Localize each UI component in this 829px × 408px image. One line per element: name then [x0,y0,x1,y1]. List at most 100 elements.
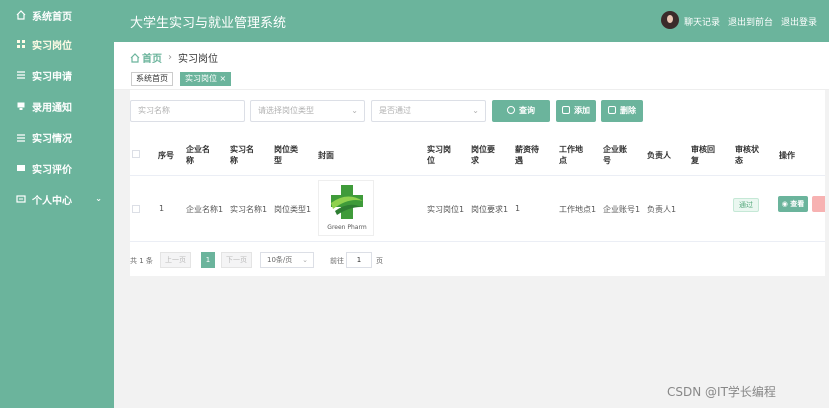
breadcrumb-current: 实习岗位 [178,54,218,65]
row-checkbox[interactable] [132,205,140,213]
search-button[interactable]: 查询 [492,100,550,122]
passed-select[interactable]: 是否通过 ⌄ [371,100,486,122]
edit-button[interactable] [812,196,825,212]
sidebar-item-label: 个人中心 [32,195,72,207]
list-icon [17,71,25,79]
sidebar-item-label: 实习申请 [32,71,72,83]
top-header: 大学生实习与就业管理系统 聊天记录 退出到前台 退出登录 [114,0,829,42]
sidebar-item-offers[interactable]: 录用通知 [0,93,114,119]
sidebar-item-label: 系统首页 [32,11,72,23]
page-unit-label: 页 [376,257,383,265]
cell-owner: 负责人1 [647,205,677,214]
star-icon [17,165,25,171]
cell-post-type: 岗位类型1 [274,205,312,214]
th-owner[interactable]: 负责人 [647,150,671,161]
sidebar-item-personal[interactable]: 个人中心 ⌄ [0,186,114,212]
tab-internship-posts[interactable]: 实习岗位 × [180,72,232,86]
avatar[interactable] [661,11,679,29]
th-account[interactable]: 企业账号 [603,144,633,166]
th-post-type[interactable]: 岗位类型 [274,144,304,166]
page-number[interactable]: 1 [201,252,215,268]
sidebar-item-home[interactable]: 系统首页 [0,2,114,28]
page-size-value: 10条/页 [267,256,293,264]
sidebar-item-label: 录用通知 [32,102,72,114]
tabs-bar: 系统首页 实习岗位 × [114,70,829,90]
select-all-checkbox[interactable] [132,150,140,158]
th-salary[interactable]: 薪资待遇 [515,144,545,166]
passed-placeholder: 是否通过 [379,106,411,115]
home-icon [130,52,140,63]
sidebar-item-label: 实习岗位 [32,40,72,52]
home-icon [16,10,26,20]
eye-icon: ◉ [781,200,788,208]
chevron-down-icon: ⌄ [351,106,358,115]
breadcrumb: 首页 › 实习岗位 [130,50,218,65]
th-requirement[interactable]: 岗位要求 [471,144,501,166]
sidebar-item-label: 实习情况 [32,133,72,145]
user-icon [16,195,26,203]
search-button-label: 查询 [519,106,535,115]
plus-icon [562,106,570,114]
table-row: 1 企业名称1 实习名称1 岗位类型1 Green Pharm 实习岗位1 岗位… [130,176,825,242]
chart-icon [17,134,25,142]
cell-internship: 实习名称1 [230,205,268,214]
cell-company: 企业名称1 [186,205,224,214]
prev-page-button[interactable]: 上一页 [160,252,191,268]
breadcrumb-bar: 首页 › 实习岗位 [114,42,829,70]
th-status[interactable]: 审核状态 [735,144,765,166]
tab-home[interactable]: 系统首页 [131,72,173,86]
add-button[interactable]: 添加 [556,100,596,122]
exit-to-frontend-link[interactable]: 退出到前台 [728,15,773,28]
logout-link[interactable]: 退出登录 [781,15,817,28]
sidebar-item-status[interactable]: 实习情况 [0,124,114,150]
delete-button[interactable]: 删除 [601,100,643,122]
cell-post: 实习岗位1 [427,205,465,214]
chat-history-link[interactable]: 聊天记录 [684,15,720,28]
sidebar: 系统首页 实习岗位 实习申请 录用通知 实习情况 实习评价 个人中心 ⌄ [0,0,114,408]
total-count: 共 1 条 [130,257,153,265]
goto-page-input[interactable]: 1 [346,252,372,268]
cover-caption: Green Pharm [327,224,367,231]
sidebar-item-evaluation[interactable]: 实习评价 [0,155,114,181]
th-post[interactable]: 实习岗位 [427,144,457,166]
cover-image: Green Pharm [318,180,374,236]
next-page-button[interactable]: 下一页 [221,252,252,268]
view-button[interactable]: ◉ 查看 [778,196,808,212]
grid-icon [17,40,25,48]
delete-button-label: 删除 [620,106,636,115]
cell-salary: 1 [515,204,521,213]
chevron-down-icon: ⌄ [95,194,102,203]
th-cover[interactable]: 封面 [318,150,334,161]
close-icon [608,106,616,114]
cell-location: 工作地点1 [559,205,597,214]
post-type-select[interactable]: 请选择岗位类型 ⌄ [250,100,365,122]
th-index: 序号 [158,151,174,160]
goto-label: 前往 [330,257,344,265]
main-content: 首页 › 实习岗位 系统首页 实习岗位 × 实习名称 请选择岗位类型 ⌄ 是否通… [114,42,829,408]
cell-index: 1 [159,204,165,213]
page-size-select[interactable]: 10条/页 ⌄ [260,252,314,268]
table-header: 序号 企业名称 实习名称 岗位类型 封面 实习岗位 岗位要求 薪资待遇 工作地点… [130,134,825,176]
list-panel: 实习名称 请选择岗位类型 ⌄ 是否通过 ⌄ 查询 添加 删除 序号 企业名称 实… [130,90,825,276]
sidebar-item-applications[interactable]: 实习申请 [0,62,114,88]
cell-requirement: 岗位要求1 [471,205,509,214]
pagination: 共 1 条 上一页 1 下一页 10条/页 ⌄ 前往 1 页 [130,252,825,272]
chevron-down-icon: ⌄ [472,106,479,115]
sidebar-item-internship-posts[interactable]: 实习岗位 [0,31,114,57]
sidebar-item-label: 实习评价 [32,164,72,176]
th-actions: 操作 [779,151,795,160]
th-reply[interactable]: 审核回复 [691,144,721,166]
th-company[interactable]: 企业名称 [186,144,216,166]
status-badge: 通过 [733,198,759,212]
th-location[interactable]: 工作地点 [559,144,589,166]
internship-name-input[interactable]: 实习名称 [130,100,245,122]
doc-icon [17,102,25,110]
add-button-label: 添加 [574,106,590,115]
breadcrumb-home[interactable]: 首页 [142,50,162,65]
cell-account: 企业账号1 [603,205,641,214]
search-icon [507,106,515,114]
view-button-label: 查看 [790,200,805,208]
chevron-down-icon: ⌄ [302,256,308,264]
th-internship[interactable]: 实习名称 [230,144,260,166]
watermark: CSDN @IT学长编程 [667,385,776,399]
